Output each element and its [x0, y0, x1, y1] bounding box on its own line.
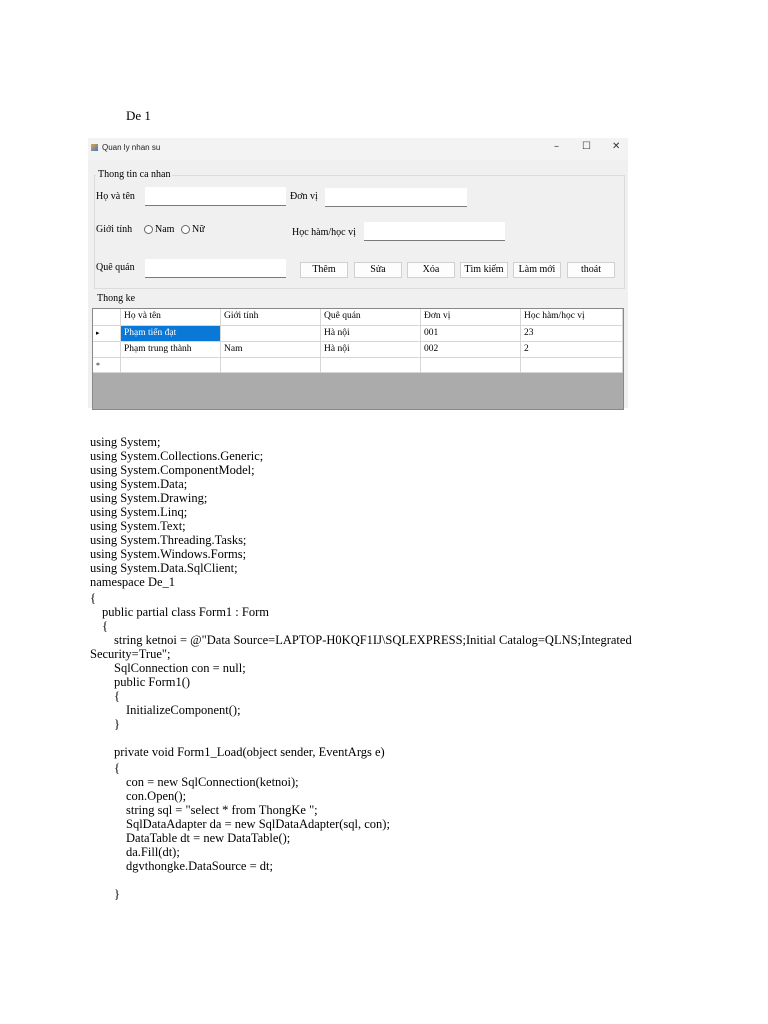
search-button[interactable]: Tìm kiếm: [460, 262, 508, 278]
column-header[interactable]: Giới tính: [221, 309, 321, 326]
grid-cell[interactable]: Phạm tiến đạt: [121, 326, 221, 342]
current-row-marker-icon[interactable]: ▸: [93, 326, 121, 342]
degree-label: Học hàm/học vị: [292, 227, 356, 238]
code-line: private void Form1_Load(object sender, E…: [114, 745, 385, 759]
code-line: using System.Text;: [90, 519, 186, 533]
grid-cell[interactable]: Nam: [221, 342, 321, 358]
code-line: using System.Drawing;: [90, 491, 208, 505]
column-header[interactable]: Họ và tên: [121, 309, 221, 326]
grid-cell[interactable]: Phạm trung thành: [121, 342, 221, 358]
row-header[interactable]: [93, 342, 121, 358]
add-button[interactable]: Thêm: [300, 262, 348, 278]
hometown-input[interactable]: [145, 259, 286, 278]
code-line: using System.Collections.Generic;: [90, 449, 264, 463]
new-row-marker-icon[interactable]: *: [93, 358, 121, 373]
code-line: using System.Threading.Tasks;: [90, 533, 247, 547]
code-line: con.Open();: [126, 789, 187, 803]
exit-button[interactable]: thoát: [567, 262, 615, 278]
maximize-icon[interactable]: ☐: [582, 141, 591, 152]
grid-cell[interactable]: 002: [421, 342, 521, 358]
code-line: using System.Data.SqlClient;: [90, 561, 238, 575]
document-heading: De 1: [126, 108, 151, 123]
code-line: SqlConnection con = null;: [114, 661, 246, 675]
code-line: using System.Data;: [90, 477, 188, 491]
column-header[interactable]: Đơn vị: [421, 309, 521, 326]
code-line: namespace De_1: [90, 575, 176, 589]
code-line: DataTable dt = new DataTable();: [126, 831, 291, 845]
code-line: {: [90, 591, 96, 605]
app-icon: [91, 144, 98, 151]
grid-corner: [93, 309, 121, 326]
code-line: {: [102, 619, 108, 633]
gender-male-radio[interactable]: Nam: [144, 224, 174, 235]
code-line: public partial class Form1 : Form: [102, 605, 269, 619]
code-line: }: [114, 717, 120, 731]
radio-circle-icon: [144, 225, 153, 235]
title-bar: Quan ly nhan su – ☐ ✕: [88, 138, 628, 160]
unit-input[interactable]: [325, 188, 467, 207]
code-line: using System.Windows.Forms;: [90, 547, 247, 561]
code-line: string ketnoi = @"Data Source=LAPTOP-H0K…: [114, 633, 632, 647]
degree-input[interactable]: [364, 222, 505, 241]
gender-female-radio[interactable]: Nữ: [181, 224, 205, 235]
code-line: InitializeComponent();: [126, 703, 241, 717]
unit-label: Đơn vị: [290, 191, 318, 202]
gender-label: Giới tính: [96, 224, 133, 235]
code-line: Security=True";: [90, 647, 171, 661]
new-row-cell[interactable]: [521, 358, 623, 373]
male-label: Nam: [155, 224, 175, 235]
grid-cell[interactable]: Hà nội: [321, 326, 421, 342]
personal-info-label: Thong tin ca nhan: [96, 169, 173, 180]
code-line: dgvthongke.DataSource = dt;: [126, 859, 273, 873]
name-label: Họ và tên: [96, 191, 135, 202]
code-line: using System.Linq;: [90, 505, 188, 519]
window-title: Quan ly nhan su: [102, 143, 161, 152]
code-line: using System.ComponentModel;: [90, 463, 255, 477]
edit-button[interactable]: Sửa: [354, 262, 402, 278]
hometown-label: Quê quán: [96, 262, 135, 273]
grid-cell[interactable]: 001: [421, 326, 521, 342]
stats-label: Thong ke: [97, 293, 136, 304]
code-line: public Form1(): [114, 675, 191, 689]
grid-cell[interactable]: Hà nội: [321, 342, 421, 358]
code-line: using System;: [90, 435, 161, 449]
name-input[interactable]: [145, 187, 286, 206]
column-header[interactable]: Quê quán: [321, 309, 421, 326]
new-row-cell[interactable]: [221, 358, 321, 373]
new-row-cell[interactable]: [321, 358, 421, 373]
close-icon[interactable]: ✕: [612, 141, 620, 152]
radio-circle-icon: [181, 225, 190, 235]
code-line: {: [114, 689, 120, 703]
grid-cell[interactable]: 23: [521, 326, 623, 342]
new-row-cell[interactable]: [121, 358, 221, 373]
column-header[interactable]: Học hàm/học vị: [521, 309, 623, 326]
minimize-icon[interactable]: –: [554, 141, 559, 152]
refresh-button[interactable]: Làm mới: [513, 262, 561, 278]
code-line: da.Fill(dt);: [126, 845, 180, 859]
app-window: Quan ly nhan su – ☐ ✕ Thong tin ca nhan …: [88, 138, 628, 410]
code-line: }: [114, 887, 120, 901]
code-line: SqlDataAdapter da = new SqlDataAdapter(s…: [126, 817, 390, 831]
stats-grid[interactable]: Họ và tên Giới tính Quê quán Đơn vị Học …: [92, 308, 624, 410]
code-line: con = new SqlConnection(ketnoi);: [126, 775, 299, 789]
code-line: {: [114, 761, 120, 775]
grid-cell[interactable]: [221, 326, 321, 342]
delete-button[interactable]: Xóa: [407, 262, 455, 278]
code-line: string sql = "select * from ThongKe ";: [126, 803, 318, 817]
new-row-cell[interactable]: [421, 358, 521, 373]
grid-cell[interactable]: 2: [521, 342, 623, 358]
female-label: Nữ: [192, 224, 205, 235]
